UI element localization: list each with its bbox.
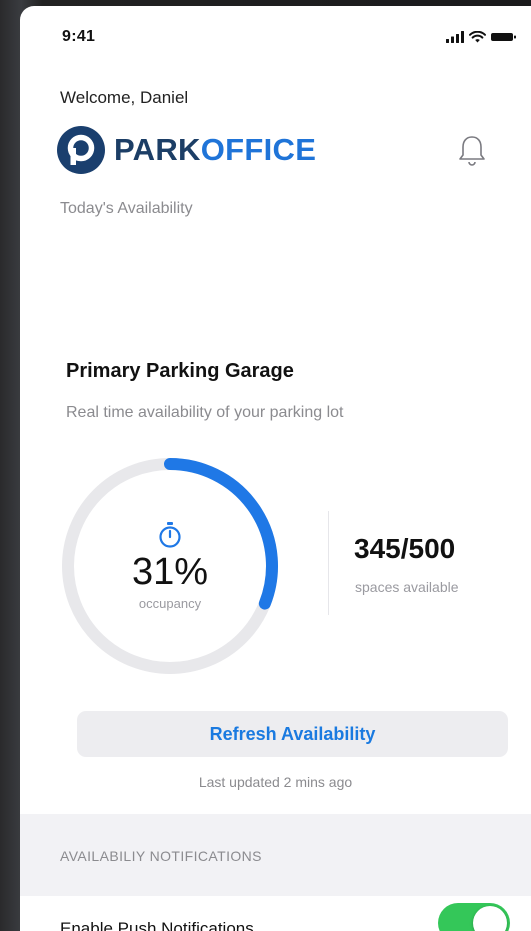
occupancy-percent: 31%	[131, 551, 209, 593]
cellular-signal-icon	[446, 31, 464, 43]
toggle-knob	[473, 906, 507, 931]
garage-title: Primary Parking Garage	[66, 360, 294, 382]
status-time: 9:41	[62, 28, 96, 45]
refresh-availability-button[interactable]: Refresh Availability	[77, 711, 508, 757]
section-label-today: Today's Availability	[60, 200, 193, 217]
wifi-icon	[469, 31, 486, 43]
push-notifications-toggle[interactable]	[438, 903, 510, 931]
garage-subtitle: Real time availability of your parking l…	[66, 404, 344, 421]
last-updated-text: Last updated 2 mins ago	[198, 774, 353, 790]
status-bar: 9:41	[20, 6, 531, 68]
bell-icon[interactable]	[457, 134, 487, 168]
status-icons	[446, 31, 517, 43]
spaces-label: spaces available	[355, 579, 459, 595]
welcome-text: Welcome, Daniel	[60, 88, 189, 107]
notifications-header: AVAILABILIY NOTIFICATIONS	[60, 848, 262, 864]
battery-icon	[491, 33, 516, 41]
brand-name-park: PARK	[114, 132, 201, 167]
occupancy-center: 31% occupancy	[58, 454, 282, 678]
brand-name: PARKOFFICE	[114, 132, 316, 168]
parkoffice-logo-icon	[57, 126, 105, 174]
brand-name-office: OFFICE	[200, 132, 317, 167]
push-notifications-label: Enable Push Notifications	[60, 919, 254, 931]
stats-divider	[328, 511, 329, 615]
stopwatch-icon	[159, 522, 181, 548]
phone-screen: 9:41 Welcome, Daniel PARKOFFICE Today's …	[20, 6, 531, 931]
spaces-count: 345/500	[354, 533, 456, 564]
occupancy-label: occupancy	[138, 596, 202, 611]
brand-logo: PARKOFFICE	[57, 126, 316, 174]
